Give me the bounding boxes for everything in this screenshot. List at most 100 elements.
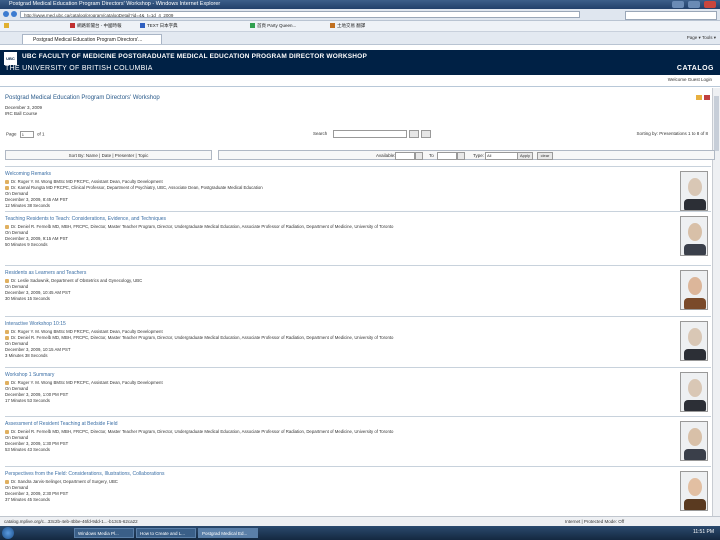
start-button[interactable] bbox=[2, 527, 14, 539]
scrollbar-thumb[interactable] bbox=[714, 96, 719, 151]
search-input[interactable] bbox=[332, 130, 407, 138]
calendar-icon[interactable] bbox=[457, 152, 465, 160]
presenter-photo[interactable] bbox=[680, 216, 708, 256]
url-field[interactable]: http://www.med.ubc.ca/catalog/program/ca… bbox=[20, 11, 580, 18]
divider bbox=[0, 86, 720, 87]
presenter-line: Dr. Deniel R. Fernelb MD, MBH, FRCPC, Di… bbox=[5, 224, 665, 229]
banner-title: UBC FACULTY OF MEDICINE POSTGRADUATE MED… bbox=[22, 53, 367, 60]
presenter-photo[interactable] bbox=[680, 321, 708, 361]
presenter-line: Dr. Sandra Jarvis-Selinger, Department o… bbox=[5, 479, 665, 484]
status-zone: Internet | Protected Mode: Off bbox=[565, 519, 625, 524]
presenter-line: Dr. Roger Y. M. Wong BMSc MD FRCPC, Assi… bbox=[5, 329, 665, 334]
window-title: Postgrad Medical Education Program Direc… bbox=[9, 1, 221, 7]
favorite-icon bbox=[250, 23, 255, 29]
presentation-title[interactable]: Interactive Workshop 10:15 bbox=[5, 321, 66, 327]
presentation-type: On Demand bbox=[5, 230, 29, 235]
presentation-title[interactable]: Welcoming Remarks bbox=[5, 171, 51, 177]
sort-by-bar[interactable]: Sort By: Name | Date | Presenter | Topic bbox=[5, 150, 212, 160]
presentation-duration: 30 Minutes 15 Seconds bbox=[5, 296, 50, 301]
presentation-duration: 50 Minutes 9 Seconds bbox=[5, 242, 48, 247]
taskbar-item[interactable]: Postgrad Medical Ed... bbox=[198, 528, 258, 538]
presentation-title[interactable]: Workshop 1 Summary bbox=[5, 372, 54, 378]
presenter-icon bbox=[5, 224, 9, 229]
search-options-button[interactable] bbox=[421, 130, 432, 138]
presentation-title[interactable]: Teaching Residents to Teach: Considerati… bbox=[5, 216, 166, 222]
presentation-type: On Demand bbox=[5, 435, 29, 440]
presenter-photo[interactable] bbox=[680, 372, 708, 412]
presenter-line: Dr. Kamal Rungta MD FRCPC, Clinical Prof… bbox=[5, 185, 665, 190]
presenter-photo[interactable] bbox=[680, 171, 708, 211]
presentation-duration: 17 Minutes 53 Seconds bbox=[5, 398, 50, 403]
presenter-photo[interactable] bbox=[680, 471, 708, 511]
taskbar-item[interactable]: Windows Media Pl... bbox=[74, 528, 134, 538]
presenter-line: Dr. Roger Y. M. Wong BMSc MD FRCPC, Assi… bbox=[5, 380, 665, 385]
close-button[interactable] bbox=[704, 1, 716, 8]
favorite-link[interactable]: 首頁 Party Queen... bbox=[250, 23, 296, 29]
favorite-icon bbox=[70, 23, 75, 29]
presenter-photo[interactable] bbox=[680, 270, 708, 310]
print-icon[interactable] bbox=[704, 95, 710, 100]
type-select[interactable]: All bbox=[485, 152, 520, 160]
presenter-icon bbox=[5, 335, 9, 340]
favorite-link[interactable]: TEXT 日本字典 bbox=[140, 23, 178, 29]
event-location: IRC Ball Course bbox=[5, 111, 38, 116]
favorite-link[interactable]: 網路新聞台 - 中國時報 bbox=[70, 23, 122, 29]
presentation-type: On Demand bbox=[5, 191, 29, 196]
banner-university: THE UNIVERSITY OF BRITISH COLUMBIA bbox=[5, 65, 153, 72]
presentation-item: Residents as Learners and Teachers Dr. Le… bbox=[5, 265, 711, 317]
welcome-login[interactable]: Welcome Guest Login bbox=[668, 77, 712, 82]
presentation-duration: 12 Minutes 38 Seconds bbox=[5, 203, 50, 208]
presenter-icon bbox=[5, 278, 9, 283]
presentation-title[interactable]: Residents as Learners and Teachers bbox=[5, 270, 86, 276]
browser-search-field[interactable] bbox=[625, 11, 717, 20]
presenter-icon bbox=[5, 179, 9, 184]
presentation-duration: 3 Minutes 38 Seconds bbox=[5, 353, 48, 358]
presenter-icon bbox=[5, 329, 9, 334]
presentation-item: Welcoming Remarks Dr. Roger Y. M. Wong BM… bbox=[5, 166, 711, 212]
presenter-icon bbox=[5, 380, 9, 385]
calendar-icon[interactable] bbox=[415, 152, 423, 160]
search-button[interactable] bbox=[408, 130, 419, 138]
minimize-button[interactable] bbox=[672, 1, 684, 8]
presenter-icon bbox=[5, 185, 9, 190]
taskbar-item[interactable]: How to Create and L... bbox=[136, 528, 196, 538]
presenter-line: Dr. Leslie Sadownik, Department of Obste… bbox=[5, 278, 665, 283]
available-from-input[interactable] bbox=[395, 152, 415, 160]
available-to-input[interactable] bbox=[437, 152, 457, 160]
presentation-date: December 3, 2009, 1:30 PM PST bbox=[5, 441, 69, 446]
forward-icon[interactable] bbox=[11, 11, 17, 17]
apply-button[interactable]: Apply bbox=[517, 152, 533, 160]
rss-icon[interactable] bbox=[696, 95, 702, 100]
presentation-title[interactable]: Assessment of Resident Teaching at Bedsi… bbox=[5, 421, 117, 427]
type-label: Type: bbox=[473, 153, 485, 158]
presentation-item: Workshop 1 Summary Dr. Roger Y. M. Wong B… bbox=[5, 367, 711, 417]
presentation-type: On Demand bbox=[5, 485, 29, 490]
back-icon[interactable] bbox=[3, 11, 9, 17]
window-title-bar: Postgrad Medical Education Program Direc… bbox=[0, 0, 720, 9]
page-input[interactable]: 1 bbox=[19, 131, 34, 138]
favorites-icon[interactable] bbox=[4, 23, 11, 29]
clear-button[interactable]: clear bbox=[537, 152, 553, 160]
catalog-search: Search bbox=[313, 130, 432, 138]
presentation-item: Perspectives from the Field: Considerati… bbox=[5, 466, 711, 511]
tab-tools[interactable]: Page ▾ Tools ▾ bbox=[687, 35, 716, 41]
presenter-photo[interactable] bbox=[680, 421, 708, 461]
presenter-line: Dr. Deniel R. Fernelb MD, MBH, FRCPC, Di… bbox=[5, 335, 665, 340]
ubc-crest-logo: UBC bbox=[4, 52, 17, 65]
browser-tab[interactable]: Postgrad Medical Education Program Direc… bbox=[22, 34, 162, 44]
status-bar: catalog.mplive.org/c...33c2b-4eb-4bbe-46… bbox=[0, 516, 720, 526]
presentation-date: December 3, 2009, 2:30 PM PST bbox=[5, 491, 69, 496]
favorite-link[interactable]: 土地交易 翻譯 bbox=[330, 23, 365, 29]
presentation-date: December 3, 2009, 9:15 AM PST bbox=[5, 236, 69, 241]
presentation-date: December 3, 2009, 8:45 AM PST bbox=[5, 197, 69, 202]
status-url: catalog.mplive.org/c...33c2b-4eb-4bbe-46… bbox=[4, 519, 138, 524]
taskbar: Windows Media Pl... How to Create and L.… bbox=[0, 526, 720, 540]
presentation-type: On Demand bbox=[5, 386, 29, 391]
to-label: To bbox=[429, 153, 434, 158]
filter-bar: Available: To Type: All Apply clear bbox=[218, 150, 715, 160]
presenter-icon bbox=[5, 479, 9, 484]
favorite-icon bbox=[330, 23, 335, 29]
maximize-button[interactable] bbox=[688, 1, 700, 8]
presentation-title[interactable]: Perspectives from the Field: Considerati… bbox=[5, 471, 165, 477]
pager: Page 1 of 1 bbox=[6, 131, 45, 138]
